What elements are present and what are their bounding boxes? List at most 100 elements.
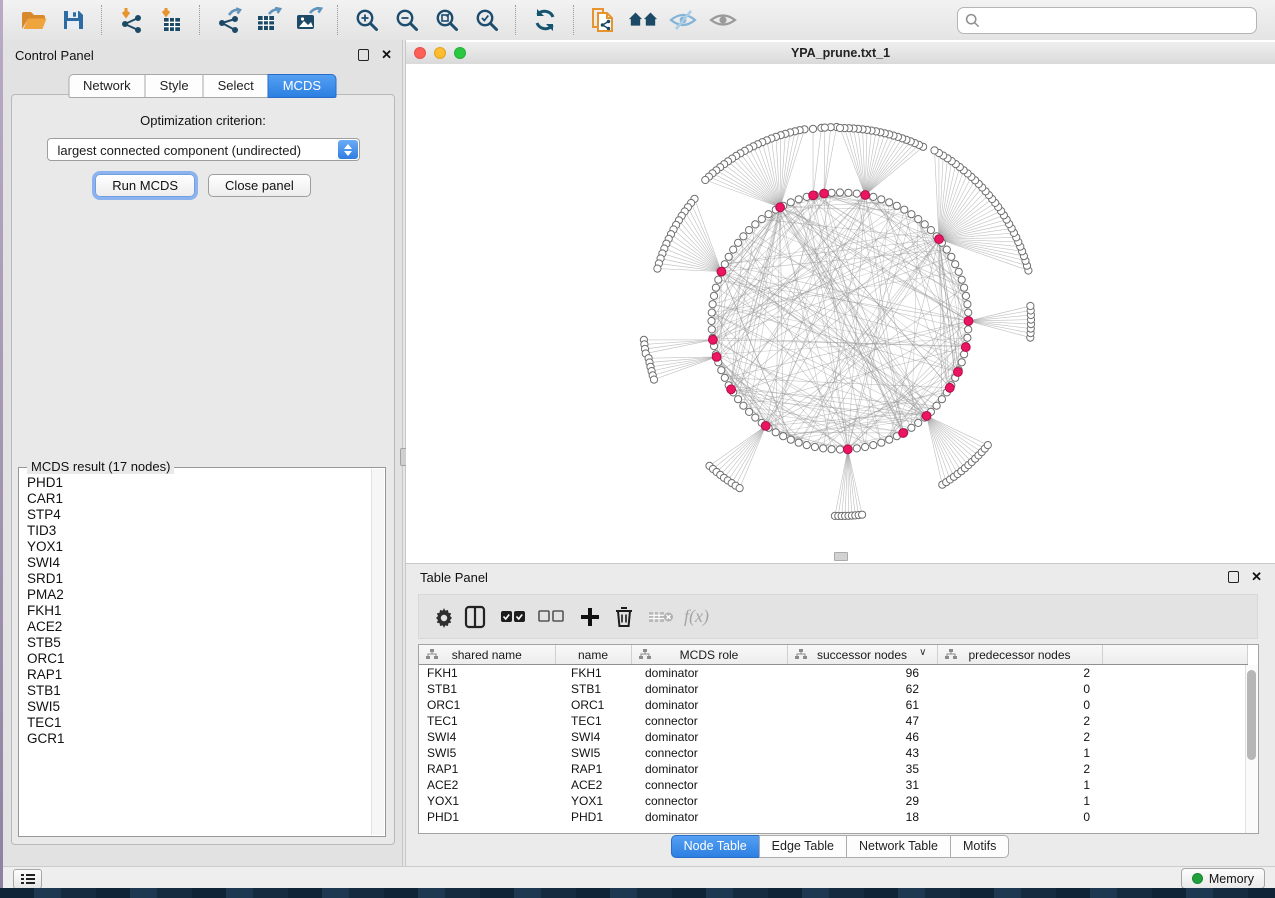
run-mcds-button[interactable]: Run MCDS [95,174,195,197]
table-cell[interactable] [1102,697,1248,713]
gear-icon[interactable] [433,603,455,631]
table-cell[interactable]: 96 [787,665,937,682]
delete-column-icon[interactable] [648,603,674,631]
mcds-result-item[interactable]: GCR1 [27,731,372,747]
table-cell[interactable]: connector [631,745,787,761]
tab-style[interactable]: Style [145,74,204,98]
table-cell[interactable]: SWI5 [419,745,555,761]
scrollbar-thumb[interactable] [1247,670,1256,760]
column-header-mcds-role[interactable]: MCDS role [631,645,787,665]
tab-mcds[interactable]: MCDS [268,74,336,98]
table-cell[interactable]: 0 [937,697,1102,713]
add-column-icon[interactable] [580,603,600,631]
table-cell[interactable]: FKH1 [419,665,555,682]
table-cell[interactable]: SWI4 [555,729,631,745]
table-row[interactable]: YOX1YOX1connector291 [419,793,1248,809]
table-row[interactable]: RAP1RAP1dominator352 [419,761,1248,777]
close-panel-button[interactable]: Close panel [208,174,311,197]
mcds-result-item[interactable]: PMA2 [27,587,372,603]
table-cell[interactable]: 1 [937,777,1102,793]
tab-edge-table[interactable]: Edge Table [759,835,847,858]
table-cell[interactable]: ACE2 [555,777,631,793]
open-icon[interactable] [18,6,48,34]
mcds-result-item[interactable]: TID3 [27,523,372,539]
table-scrollbar[interactable] [1245,665,1258,833]
zoom-selected-icon[interactable] [472,6,502,34]
table-row[interactable]: SWI4SWI4dominator462 [419,729,1248,745]
mcds-list-scrollbar[interactable] [371,469,384,835]
table-cell[interactable]: YOX1 [555,793,631,809]
zoom-out-icon[interactable] [392,6,422,34]
criterion-dropdown[interactable]: largest connected component (undirected) [47,138,360,161]
mcds-result-item[interactable]: SWI4 [27,555,372,571]
table-cell[interactable]: TEC1 [419,713,555,729]
mcds-result-item[interactable]: RAP1 [27,667,372,683]
mcds-result-item[interactable]: ORC1 [27,651,372,667]
delete-icon[interactable] [614,603,634,631]
table-cell[interactable]: dominator [631,809,787,825]
refresh-icon[interactable] [530,6,560,34]
column-header-predecessor-nodes[interactable]: predecessor nodes [937,645,1102,665]
duplicate-network-icon[interactable] [588,6,618,34]
zoom-fit-icon[interactable] [432,6,462,34]
mcds-result-item[interactable]: STP4 [27,507,372,523]
table-cell[interactable]: dominator [631,665,787,682]
table-cell[interactable]: ORC1 [555,697,631,713]
tab-network[interactable]: Network [68,74,146,98]
table-row[interactable]: FKH1FKH1dominator962 [419,665,1248,682]
tab-motifs[interactable]: Motifs [950,835,1009,858]
table-cell[interactable]: 2 [937,713,1102,729]
table-cell[interactable] [1102,777,1248,793]
mcds-result-item[interactable]: SWI5 [27,699,372,715]
table-cell[interactable]: 1 [937,793,1102,809]
network-window-titlebar[interactable]: YPA_prune.txt_1 [406,42,1275,65]
table-cell[interactable] [1102,729,1248,745]
table-row[interactable]: ORC1ORC1dominator610 [419,697,1248,713]
table-cell[interactable] [1102,713,1248,729]
task-history-button[interactable] [13,869,42,889]
memory-button[interactable]: Memory [1181,868,1265,889]
table-cell[interactable]: 62 [787,681,937,697]
tab-network-table[interactable]: Network Table [846,835,951,858]
mcds-result-item[interactable]: STB5 [27,635,372,651]
select-all-icon[interactable] [500,603,526,631]
float-panel-icon[interactable] [1228,571,1239,583]
table-cell[interactable] [1102,809,1248,825]
table-cell[interactable]: SWI4 [419,729,555,745]
table-cell[interactable]: 0 [937,681,1102,697]
mcds-result-item[interactable]: TEC1 [27,715,372,731]
table-cell[interactable]: 35 [787,761,937,777]
table-row[interactable]: ACE2ACE2connector311 [419,777,1248,793]
search-input[interactable] [980,12,1249,29]
mcds-result-item[interactable]: PHD1 [27,475,372,491]
export-image-icon[interactable] [294,6,324,34]
mcds-result-item[interactable]: FKH1 [27,603,372,619]
mcds-result-item[interactable]: CAR1 [27,491,372,507]
table-cell[interactable]: dominator [631,697,787,713]
table-cell[interactable]: 2 [937,665,1102,682]
table-cell[interactable]: ACE2 [419,777,555,793]
table-cell[interactable] [1102,793,1248,809]
table-cell[interactable]: connector [631,713,787,729]
table-cell[interactable]: STB1 [419,681,555,697]
table-cell[interactable]: dominator [631,729,787,745]
function-builder-icon[interactable]: f(x) [684,606,709,627]
table-cell[interactable]: connector [631,793,787,809]
table-cell[interactable]: connector [631,777,787,793]
table-cell[interactable]: 47 [787,713,937,729]
table-cell[interactable]: 1 [937,745,1102,761]
save-icon[interactable] [58,6,88,34]
split-columns-icon[interactable] [464,603,486,631]
column-header-name[interactable]: name [555,645,631,665]
mcds-result-item[interactable]: SRD1 [27,571,372,587]
table-cell[interactable]: PHD1 [555,809,631,825]
column-header-shared-name[interactable]: shared name [419,645,555,665]
mcds-result-item[interactable]: YOX1 [27,539,372,555]
deselect-all-icon[interactable] [538,603,564,631]
export-network-icon[interactable] [214,6,244,34]
eye-slash-icon[interactable] [668,6,698,34]
table-cell[interactable] [1102,681,1248,697]
table-row[interactable]: PHD1PHD1dominator180 [419,809,1248,825]
table-cell[interactable]: 18 [787,809,937,825]
mcds-result-item[interactable]: STB1 [27,683,372,699]
